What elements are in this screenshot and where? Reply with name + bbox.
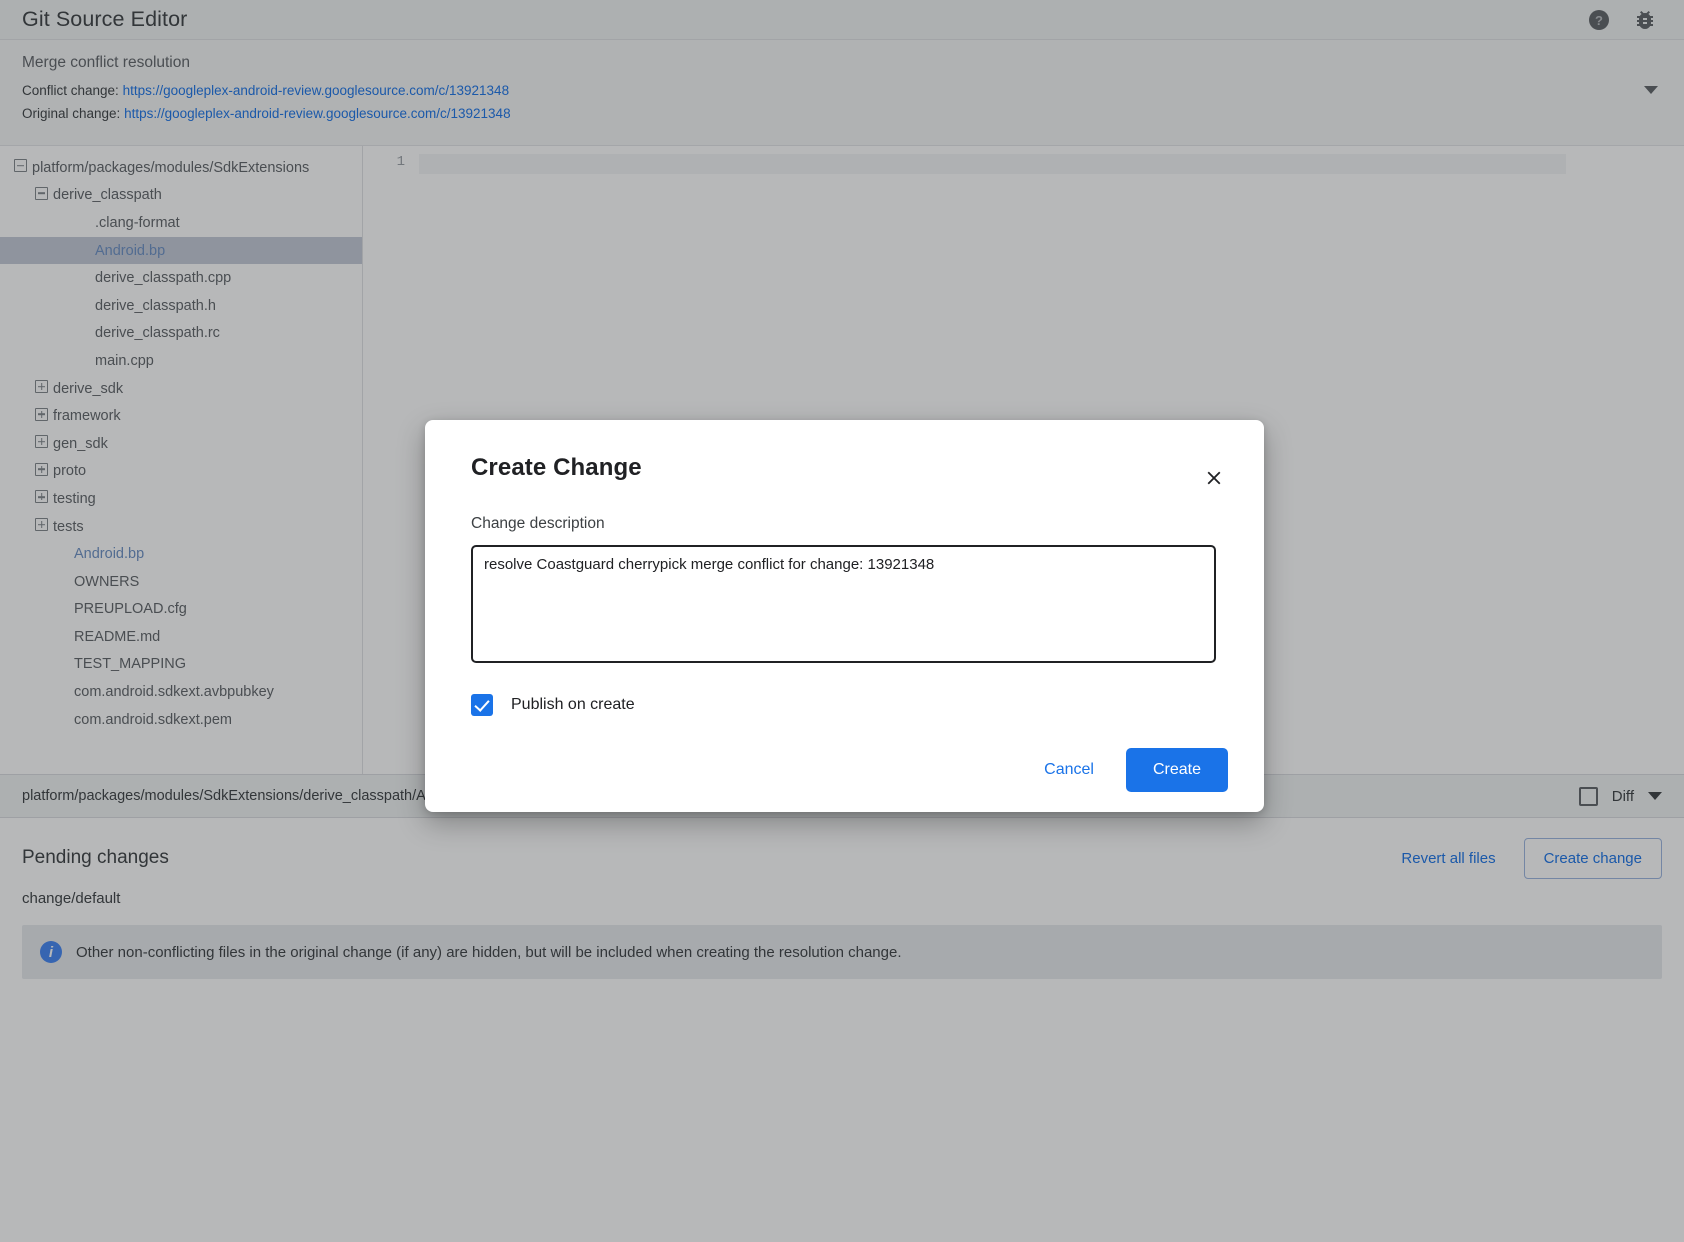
- create-button[interactable]: Create: [1126, 748, 1228, 792]
- close-x-icon[interactable]: [1200, 464, 1228, 492]
- change-description-input[interactable]: [471, 545, 1216, 663]
- publish-on-create-checkbox[interactable]: [471, 694, 493, 716]
- create-change-dialog: Create Change Change description Publish…: [425, 420, 1264, 812]
- dialog-actions: Cancel Create: [1028, 748, 1228, 792]
- publish-on-create-label: Publish on create: [511, 696, 635, 714]
- git-source-editor-app: Git Source Editor ? Merge conflict resol…: [0, 0, 1684, 1242]
- change-description-label: Change description: [471, 515, 1229, 533]
- publish-on-create-row: Publish on create: [471, 694, 1229, 716]
- cancel-button[interactable]: Cancel: [1028, 750, 1110, 790]
- dialog-title: Create Change: [471, 454, 1229, 482]
